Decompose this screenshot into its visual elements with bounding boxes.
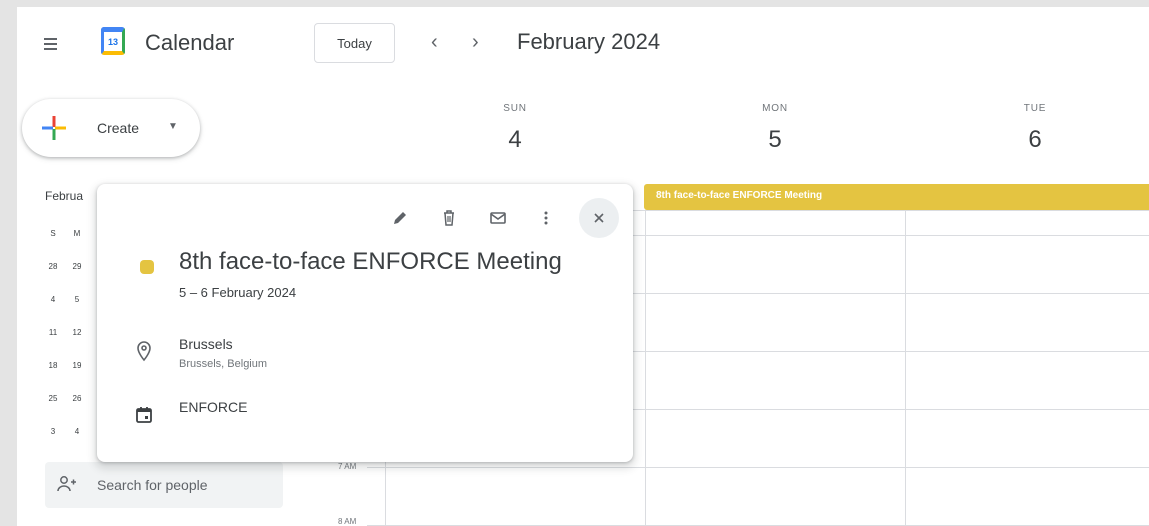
top-header: 13 Calendar Today ‹ › February 2024 <box>17 7 1149 83</box>
all-day-event[interactable]: 8th face-to-face ENFORCE Meeting <box>644 184 1149 210</box>
event-color-indicator <box>140 260 154 274</box>
logo-day: 13 <box>107 36 118 47</box>
mini-day[interactable]: 4 <box>45 295 61 304</box>
day-name: TUE <box>1023 103 1047 114</box>
day-header-sun[interactable]: SUN 4 <box>450 103 580 154</box>
event-date-range: 5 – 6 February 2024 <box>179 285 297 300</box>
today-button[interactable]: Today <box>314 23 395 63</box>
day-number: 5 <box>768 126 782 153</box>
event-details-popup: 8th face-to-face ENFORCE Meeting 5 – 6 F… <box>97 184 633 462</box>
mini-day[interactable]: 19 <box>69 361 85 370</box>
time-label: 7 AM <box>338 462 357 471</box>
plus-icon <box>42 116 66 140</box>
chevron-right-icon[interactable]: › <box>472 32 479 52</box>
mini-day[interactable]: 29 <box>69 262 85 271</box>
day-header-tue[interactable]: TUE 6 <box>970 103 1100 154</box>
mini-day[interactable]: 26 <box>69 394 85 403</box>
grid-divider <box>367 467 1149 468</box>
people-icon <box>57 476 76 492</box>
create-button[interactable]: Create ▼ <box>22 99 200 157</box>
edit-icon[interactable] <box>380 198 420 238</box>
day-number: 6 <box>1028 126 1042 153</box>
search-people-placeholder: Search for people <box>97 477 208 493</box>
month-title: February 2024 <box>517 29 661 54</box>
close-icon[interactable] <box>579 198 619 238</box>
mini-day[interactable]: 11 <box>45 328 61 337</box>
mini-day[interactable]: 5 <box>69 295 85 304</box>
mini-day[interactable]: 25 <box>45 394 61 403</box>
time-label: 8 AM <box>338 517 357 526</box>
mini-day[interactable]: 28 <box>45 262 61 271</box>
calendar-app: 13 Calendar Today ‹ › February 2024 Crea… <box>17 7 1149 526</box>
location-detail: Brussels, Belgium <box>179 358 268 370</box>
mini-weekday-header: M <box>73 229 81 238</box>
calendar-icon <box>136 407 152 423</box>
day-header-mon[interactable]: MON 5 <box>710 103 840 154</box>
mini-day[interactable]: 3 <box>45 427 61 436</box>
location-pin-icon <box>137 341 151 362</box>
calendar-logo: 13 <box>101 27 125 55</box>
location-name[interactable]: Brussels <box>179 336 233 352</box>
chevron-left-icon[interactable]: ‹ <box>431 32 438 52</box>
grid-divider <box>645 210 646 526</box>
more-options-icon[interactable] <box>526 198 566 238</box>
mini-day[interactable]: 18 <box>45 361 61 370</box>
day-name: SUN <box>503 103 527 114</box>
app-name[interactable]: Calendar <box>145 30 234 56</box>
mini-day[interactable]: 4 <box>69 427 85 436</box>
day-number: 4 <box>508 126 522 153</box>
delete-icon[interactable] <box>429 198 469 238</box>
calendar-name: ENFORCE <box>179 399 248 415</box>
email-icon[interactable] <box>478 198 518 238</box>
mini-calendar-month: Februa <box>45 189 84 203</box>
grid-divider <box>905 210 906 526</box>
mini-day[interactable]: 12 <box>69 328 85 337</box>
search-people-input[interactable]: Search for people <box>45 462 283 508</box>
create-label: Create <box>97 120 140 136</box>
hamburger-menu-icon[interactable] <box>41 33 63 55</box>
event-title: 8th face-to-face ENFORCE Meeting <box>179 248 562 275</box>
mini-weekday-header: S <box>50 229 56 238</box>
day-name: MON <box>762 103 788 114</box>
caret-down-icon: ▼ <box>168 121 178 132</box>
